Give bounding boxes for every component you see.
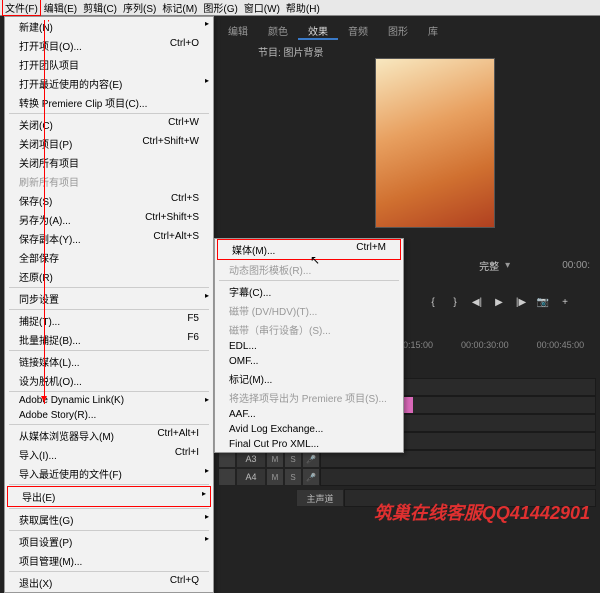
export-aaf[interactable]: AAF... <box>215 407 403 422</box>
tab-effects[interactable]: 效果 <box>298 20 338 40</box>
export-fcp[interactable]: Final Cut Pro XML... <box>215 437 403 452</box>
menu-item-open-team[interactable]: 打开团队项目 <box>5 55 213 74</box>
solo-icon[interactable]: S <box>284 468 302 486</box>
menu-file[interactable]: 文件(F) <box>2 0 41 16</box>
mark-in-icon[interactable]: { <box>426 295 440 309</box>
menu-item-exit[interactable]: 退出(X)Ctrl+Q <box>5 573 213 592</box>
export-subtitles[interactable]: 字幕(C)... <box>215 282 403 301</box>
export-selection-premiere: 将选择项导出为 Premiere 项目(S)... <box>215 388 403 407</box>
menu-item-save[interactable]: 保存(S)Ctrl+S <box>5 191 213 210</box>
export-tape-serial: 磁带（串行设备）(S)... <box>215 320 403 339</box>
program-monitor-title: 节目: 图片背景 <box>258 44 324 59</box>
menu-item-capture[interactable]: 捕捉(T)...F5 <box>5 311 213 330</box>
export-edl[interactable]: EDL... <box>215 339 403 354</box>
chevron-down-icon[interactable]: ▾ <box>505 260 510 271</box>
annotation-arrow-vertical <box>44 20 45 404</box>
timecode-out: 00:00: <box>562 260 590 271</box>
program-monitor <box>375 58 495 228</box>
track-body-a4[interactable] <box>320 468 596 486</box>
play-icon[interactable]: ▶ <box>492 295 506 309</box>
step-back-icon[interactable]: ◀| <box>470 295 484 309</box>
menu-item-open-recent[interactable]: 打开最近使用的内容(E) <box>5 74 213 93</box>
menu-clip[interactable]: 剪辑(C) <box>80 0 120 15</box>
menu-item-offline[interactable]: 设为脱机(O)... <box>5 371 213 390</box>
voice-icon[interactable]: 🎤 <box>302 468 320 486</box>
menu-item-saveas[interactable]: 另存为(A)...Ctrl+Shift+S <box>5 210 213 229</box>
menu-item-new[interactable]: 新建(N) <box>5 17 213 36</box>
tab-color[interactable]: 颜色 <box>258 20 298 40</box>
menubar: 文件(F) 编辑(E) 剪辑(C) 序列(S) 标记(M) 图形(G) 窗口(W… <box>0 0 600 16</box>
tab-graphics[interactable]: 图形 <box>378 20 418 40</box>
step-forward-icon[interactable]: |▶ <box>514 295 528 309</box>
menu-item-import-browser[interactable]: 从媒体浏览器导入(M)Ctrl+Alt+I <box>5 426 213 445</box>
menu-item-adobe-story[interactable]: Adobe Story(R)... <box>5 408 213 423</box>
zoom-and-timecode: 完整 ▾ 00:00: <box>479 258 590 273</box>
plus-icon[interactable]: + <box>558 295 572 309</box>
menu-sequence[interactable]: 序列(S) <box>120 0 159 15</box>
menu-item-close-project[interactable]: 关闭项目(P)Ctrl+Shift+W <box>5 134 213 153</box>
annotation-arrow-diagonal <box>48 20 49 310</box>
track-label-master: 主声道 <box>296 489 344 507</box>
menu-item-dynamic-link[interactable]: Adobe Dynamic Link(K) <box>5 393 213 408</box>
cursor-icon: ↖ <box>310 253 320 267</box>
menu-edit[interactable]: 编辑(E) <box>41 0 80 15</box>
menu-item-project-settings[interactable]: 项目设置(P) <box>5 532 213 551</box>
export-markers[interactable]: 标记(M)... <box>215 369 403 388</box>
menu-item-export[interactable]: 导出(E) <box>7 486 211 507</box>
menu-item-convert[interactable]: 转换 Premiere Clip 项目(C)... <box>5 93 213 112</box>
transport-controls: { } ◀| ▶ |▶ 📷 + <box>404 295 594 315</box>
menu-item-sync[interactable]: 同步设置 <box>5 289 213 308</box>
menu-mark[interactable]: 标记(M) <box>159 0 200 15</box>
tab-edit[interactable]: 编辑 <box>218 20 258 40</box>
export-frame-icon[interactable]: 📷 <box>536 295 550 309</box>
menu-window[interactable]: 窗口(W) <box>241 0 283 15</box>
menu-item-link-media[interactable]: 链接媒体(L)... <box>5 352 213 371</box>
menu-item-batch-capture[interactable]: 批量捕捉(B)...F6 <box>5 330 213 349</box>
workspace-tabs: 编辑 颜色 效果 音频 图形 库 <box>218 20 600 40</box>
export-media[interactable]: 媒体(M)...Ctrl+M <box>217 239 401 260</box>
export-template: 动态图形模板(R)... <box>215 260 403 279</box>
menu-item-open[interactable]: 打开项目(O)...Ctrl+O <box>5 36 213 55</box>
menu-item-close-all[interactable]: 关闭所有项目 <box>5 153 213 172</box>
track-target-a4[interactable] <box>218 468 236 486</box>
menu-item-refresh: 刷新所有项目 <box>5 172 213 191</box>
tab-audio[interactable]: 音频 <box>338 20 378 40</box>
file-dropdown: 新建(N) 打开项目(O)...Ctrl+O 打开团队项目 打开最近使用的内容(… <box>4 16 214 593</box>
export-submenu: 媒体(M)...Ctrl+M 动态图形模板(R)... 字幕(C)... 磁带 … <box>214 238 404 453</box>
menu-item-close[interactable]: 关闭(C)Ctrl+W <box>5 115 213 134</box>
mute-icon[interactable]: M <box>266 468 284 486</box>
menu-item-savecopy[interactable]: 保存副本(Y)...Ctrl+Alt+S <box>5 229 213 248</box>
export-tape-dv: 磁带 (DV/HDV)(T)... <box>215 301 403 320</box>
menu-graphics[interactable]: 图形(G) <box>200 0 240 15</box>
watermark-text: 筑巢在线客服QQ41442901 <box>374 499 590 525</box>
menu-item-import-recent[interactable]: 导入最近使用的文件(F) <box>5 464 213 483</box>
track-label-a4[interactable]: A4 <box>236 468 266 486</box>
menu-item-revert[interactable]: 还原(R) <box>5 267 213 286</box>
track-a4: A4 M S 🎤 <box>218 468 596 486</box>
export-avid[interactable]: Avid Log Exchange... <box>215 422 403 437</box>
menu-item-properties[interactable]: 获取属性(G) <box>5 510 213 529</box>
mark-out-icon[interactable]: } <box>448 295 462 309</box>
menu-item-saveall[interactable]: 全部保存 <box>5 248 213 267</box>
zoom-level[interactable]: 完整 <box>479 258 499 273</box>
menu-item-import[interactable]: 导入(I)...Ctrl+I <box>5 445 213 464</box>
menu-help[interactable]: 帮助(H) <box>283 0 323 15</box>
menu-item-project-manage[interactable]: 项目管理(M)... <box>5 551 213 570</box>
export-omf[interactable]: OMF... <box>215 354 403 369</box>
tab-library[interactable]: 库 <box>418 20 448 40</box>
